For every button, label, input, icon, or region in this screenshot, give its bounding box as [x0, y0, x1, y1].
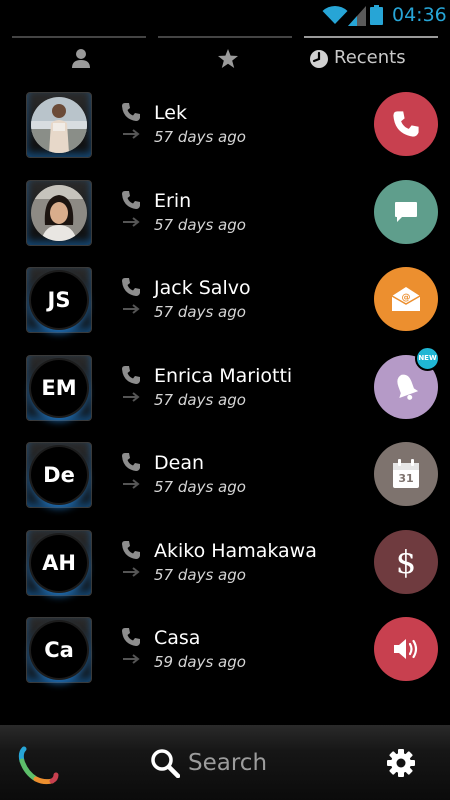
bell-icon	[397, 374, 419, 400]
contact-photo	[31, 97, 87, 153]
call-time: 57 days ago	[154, 128, 246, 146]
phone-icon	[122, 628, 140, 646]
list-item[interactable]: AH Akiko Hamakawa 57 days ago $	[0, 520, 450, 608]
list-item[interactable]: Lek 57 days ago	[0, 82, 450, 170]
clock-time: 04:36	[392, 4, 447, 26]
call-time: 57 days ago	[154, 565, 246, 584]
person-icon	[72, 49, 90, 68]
list-item[interactable]: EM Enrica Mariotti 57 days ago NEW	[0, 345, 450, 433]
contact-photo	[31, 184, 87, 241]
svg-text:@: @	[402, 293, 411, 303]
clock-icon	[310, 50, 328, 68]
wifi-icon	[322, 5, 348, 24]
avatar-initials: De	[31, 447, 87, 503]
list-item[interactable]: De Dean 57 days ago 31	[0, 432, 450, 520]
outgoing-arrow-icon	[123, 216, 140, 227]
settings-gear-icon[interactable]	[386, 748, 416, 778]
signal-icon	[348, 6, 366, 26]
avatar-initials: EM	[31, 359, 87, 416]
star-icon	[218, 49, 238, 68]
outgoing-arrow-icon	[123, 129, 140, 139]
call-button[interactable]	[374, 92, 438, 156]
dollar-icon: $	[395, 542, 417, 581]
tab-recents-label: Recents	[334, 47, 406, 68]
avatar-initials: Ca	[31, 622, 87, 678]
call-time: 59 days ago	[154, 653, 246, 671]
message-bubble-icon	[395, 201, 417, 222]
email-button[interactable]: @	[374, 267, 438, 331]
avatar-initials: JS	[31, 272, 87, 328]
call-time: 57 days ago	[154, 215, 246, 234]
calendar-icon: 31	[392, 459, 420, 489]
search-icon	[151, 749, 180, 778]
bottom-bar: Search	[0, 725, 450, 800]
search-label: Search	[188, 750, 268, 776]
status-bar: 04:36	[0, 0, 450, 32]
list-item[interactable]: Erin 57 days ago	[0, 170, 450, 258]
outgoing-arrow-icon	[123, 304, 140, 314]
calendar-day: 31	[398, 472, 414, 485]
phone-icon	[122, 190, 140, 209]
phone-icon	[393, 111, 419, 137]
message-button[interactable]	[374, 179, 438, 244]
calendar-button[interactable]: 31	[374, 442, 438, 506]
call-time: 57 days ago	[154, 303, 246, 321]
avatar[interactable]: AH	[26, 529, 92, 596]
speaker-button[interactable]	[374, 617, 438, 681]
contact-name: Enrica Mariotti	[154, 364, 293, 387]
list-item[interactable]: Ca Casa 59 days ago	[0, 607, 450, 695]
phone-icon	[122, 365, 140, 384]
avatar-initials: AH	[31, 534, 87, 591]
contact-name: Jack Salvo	[154, 277, 251, 299]
avatar[interactable]: Ca	[26, 617, 92, 683]
phone-icon	[122, 278, 140, 296]
phone-icon	[122, 453, 140, 471]
avatar[interactable]: JS	[26, 267, 92, 333]
call-time: 57 days ago	[154, 390, 246, 409]
avatar[interactable]: De	[26, 442, 92, 508]
call-time: 57 days ago	[154, 478, 246, 496]
list-item[interactable]: JS Jack Salvo 57 days ago @	[0, 257, 450, 345]
new-badge: NEW	[415, 345, 440, 371]
contact-name: Lek	[154, 102, 187, 124]
contact-name: Akiko Hamakawa	[154, 539, 317, 562]
tab-bar: Recents	[12, 36, 438, 78]
avatar[interactable]	[26, 92, 92, 158]
outgoing-arrow-icon	[123, 654, 140, 664]
app-logo-icon[interactable]	[18, 745, 60, 787]
outgoing-arrow-icon	[123, 479, 140, 489]
speaker-icon	[394, 639, 418, 659]
payment-button[interactable]: $	[374, 529, 438, 594]
phone-icon	[122, 103, 140, 121]
envelope-icon: @	[391, 287, 421, 311]
tab-favorites[interactable]	[158, 36, 292, 78]
avatar[interactable]: EM	[26, 354, 92, 421]
search-button[interactable]: Search	[150, 745, 267, 781]
contact-name: Erin	[154, 189, 192, 212]
contact-name: Casa	[154, 627, 201, 649]
outgoing-arrow-icon	[123, 566, 140, 577]
battery-icon	[370, 5, 383, 25]
outgoing-arrow-icon	[123, 391, 140, 402]
avatar[interactable]	[26, 179, 92, 246]
tab-contacts[interactable]	[12, 36, 146, 78]
contact-name: Dean	[154, 452, 205, 474]
tab-recents[interactable]: Recents	[304, 36, 438, 78]
phone-icon	[122, 540, 140, 559]
